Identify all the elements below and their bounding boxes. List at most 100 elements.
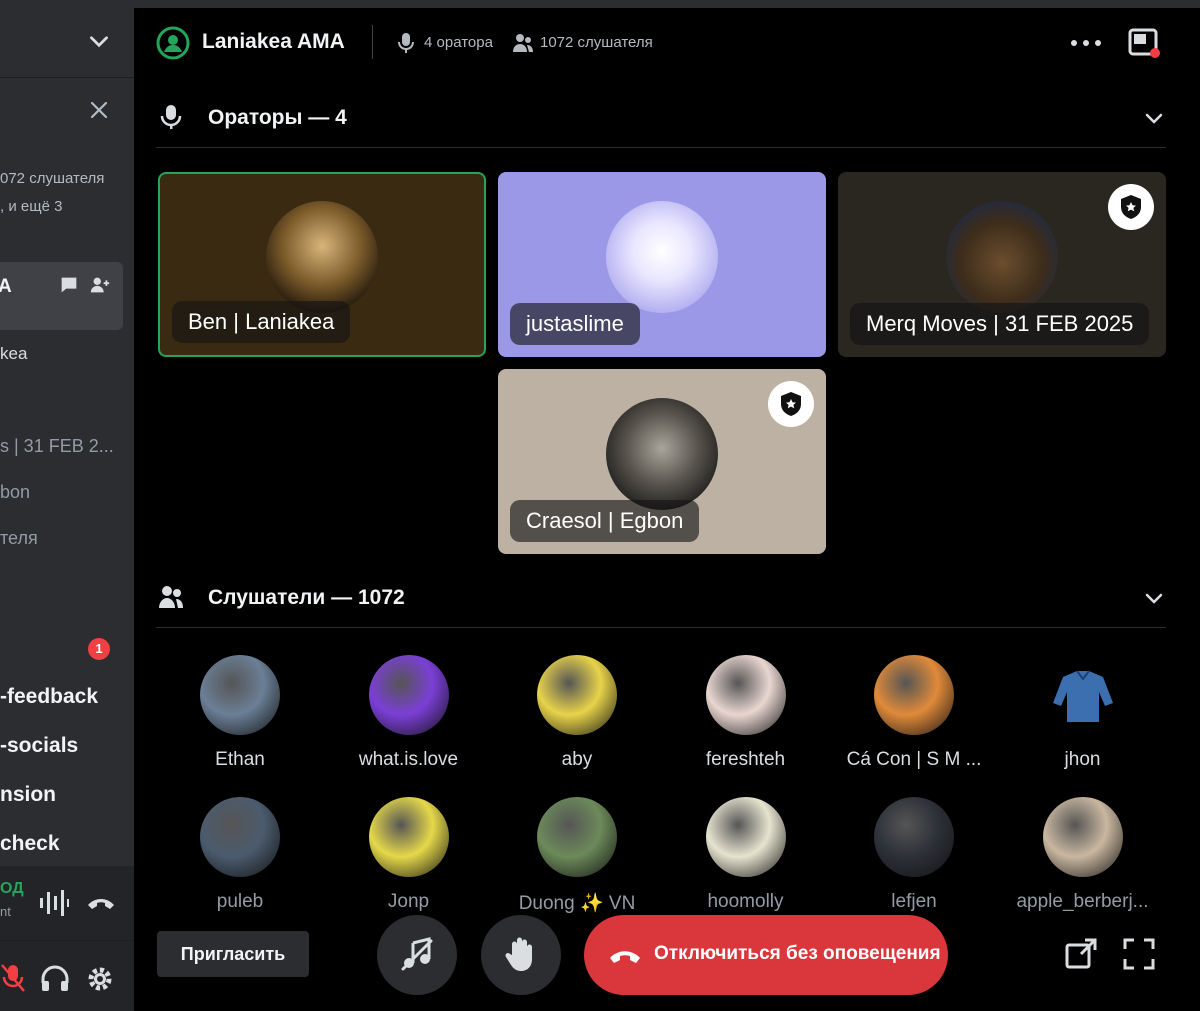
listener-name: lefjen — [891, 891, 937, 912]
speaker-tile[interactable]: justaslime — [498, 172, 826, 357]
avatar — [200, 655, 280, 735]
listener-name: puleb — [216, 891, 264, 912]
speaker-name: justaslime — [510, 303, 640, 345]
add-user-icon[interactable] — [88, 274, 112, 296]
moderator-badge — [1108, 184, 1154, 230]
sidebar-listeners-label[interactable]: теля — [0, 528, 38, 549]
shield-icon — [1121, 195, 1141, 219]
chevron-down-icon[interactable] — [1142, 586, 1166, 610]
shield-icon — [781, 392, 801, 416]
voice-connection-panel: ОД nt — [0, 866, 134, 940]
gear-icon[interactable] — [86, 965, 114, 993]
stage-icon — [156, 26, 190, 60]
listeners-section-label: Слушатели — 1072 — [208, 586, 405, 609]
listener-item[interactable]: what.is.love — [325, 655, 493, 785]
listener-name: Jonp — [387, 891, 430, 912]
music-off-icon — [401, 937, 433, 971]
headphones-icon[interactable] — [40, 965, 70, 993]
listener-item[interactable]: lefjen — [830, 797, 998, 927]
speaker-tile[interactable]: Ben | Laniakea — [158, 172, 486, 357]
header-divider — [372, 25, 373, 59]
avatar — [266, 200, 378, 313]
listener-item[interactable]: Jonp — [325, 797, 493, 927]
listener-item[interactable]: Cá Con | S M ... — [830, 655, 998, 785]
avatar — [537, 797, 617, 877]
listener-name: Duong ✨ VN — [518, 893, 636, 914]
listeners-section-header[interactable]: Слушатели — 1072 — [156, 568, 1166, 628]
voice-status: ОД — [0, 880, 24, 897]
stage-view: Laniakea AMA 4 оратора 1072 слушателя Ор… — [134, 0, 1200, 1011]
popout-icon[interactable] — [1128, 26, 1162, 60]
speakers-count: 4 оратора — [424, 34, 493, 51]
mention-badge: 1 — [88, 638, 110, 660]
leave-quietly-button[interactable]: Отключиться без оповещения — [584, 915, 948, 995]
listener-name: aby — [561, 749, 593, 770]
listener-item[interactable]: apple_berberj... — [999, 797, 1167, 927]
chat-icon[interactable] — [58, 274, 80, 296]
listener-name: apple_berberj... — [1016, 891, 1149, 912]
listener-name: jhon — [1064, 749, 1101, 770]
stage-title: Laniakea AMA — [202, 30, 345, 53]
phone-hangup-icon — [610, 951, 640, 963]
listeners-icon — [159, 586, 183, 608]
active-stage-card[interactable]: A — [0, 262, 123, 330]
speakers-section-label: Ораторы — 4 — [208, 106, 347, 129]
speakers-section-header[interactable]: Ораторы — 4 — [156, 88, 1166, 148]
raise-hand-button[interactable] — [481, 915, 561, 995]
close-icon[interactable] — [87, 98, 111, 122]
more-options-icon[interactable] — [1070, 38, 1102, 48]
soundwave-icon[interactable] — [38, 888, 70, 918]
speaker-name: Craesol | Egbon — [510, 500, 700, 542]
avatar — [606, 200, 718, 313]
avatar — [1043, 655, 1123, 735]
invite-button[interactable]: Пригласить — [157, 931, 309, 977]
disconnect-icon[interactable] — [86, 890, 116, 914]
channel-item-feedback[interactable]: -feedback — [0, 685, 98, 709]
channel-item-socials[interactable]: -socials — [0, 734, 78, 758]
channel-sidebar: 072 слушателя , и ещё 3 A kea s | 31 FEB… — [0, 0, 134, 1011]
speaker-tile[interactable]: Merq Moves | 31 FEB 2025 — [838, 172, 1166, 357]
hand-icon — [505, 937, 532, 971]
moderator-badge — [768, 381, 814, 427]
listener-item[interactable]: aby — [493, 655, 661, 785]
speaker-tile[interactable]: Craesol | Egbon — [498, 369, 826, 554]
listener-name: what.is.love — [358, 749, 459, 770]
speaker-name: Merq Moves | 31 FEB 2025 — [850, 303, 1150, 345]
listener-item[interactable]: Duong ✨ VN — [493, 797, 661, 927]
avatar — [200, 797, 280, 877]
listener-name: Cá Con | S M ... — [846, 749, 982, 770]
stage-card-label: A — [0, 276, 12, 297]
server-header[interactable] — [0, 0, 134, 78]
listeners-icon — [513, 34, 533, 52]
sidebar-speaker-1[interactable]: kea — [0, 344, 27, 364]
avatar — [874, 655, 954, 735]
popout-window-icon[interactable] — [1064, 937, 1098, 971]
sidebar-speaker-2[interactable]: s | 31 FEB 2... — [0, 436, 114, 457]
listeners-count: 1072 слушателя — [540, 34, 653, 51]
chevron-down-icon[interactable] — [1142, 106, 1166, 130]
channel-item-check[interactable]: check — [0, 832, 60, 856]
channel-item-nsion[interactable]: nsion — [0, 783, 56, 807]
listener-item[interactable]: Ethan — [156, 655, 324, 785]
listener-item[interactable]: hoomolly — [662, 797, 830, 927]
leave-quietly-label: Отключиться без оповещения — [654, 943, 941, 964]
avatar — [606, 397, 718, 510]
listener-item[interactable]: jhon — [999, 655, 1167, 785]
listener-item[interactable]: puleb — [156, 797, 324, 927]
stage-more-speakers: , и ещё 3 — [0, 198, 63, 215]
avatar — [537, 655, 617, 735]
microphone-icon — [398, 33, 414, 53]
muted-mic-icon[interactable] — [0, 963, 26, 993]
stage-stats: 072 слушателя — [0, 170, 105, 187]
speaker-name: Ben | Laniakea — [172, 301, 351, 343]
chevron-down-icon[interactable] — [86, 28, 112, 54]
avatar — [874, 797, 954, 877]
listener-item[interactable]: fereshteh — [662, 655, 830, 785]
avatar — [1042, 797, 1123, 877]
fullscreen-icon[interactable] — [1122, 937, 1156, 971]
avatar — [368, 797, 449, 877]
avatar — [946, 200, 1058, 313]
sidebar-speaker-3[interactable]: bon — [0, 482, 30, 503]
music-toggle-button[interactable] — [377, 915, 457, 995]
avatar — [705, 655, 786, 735]
